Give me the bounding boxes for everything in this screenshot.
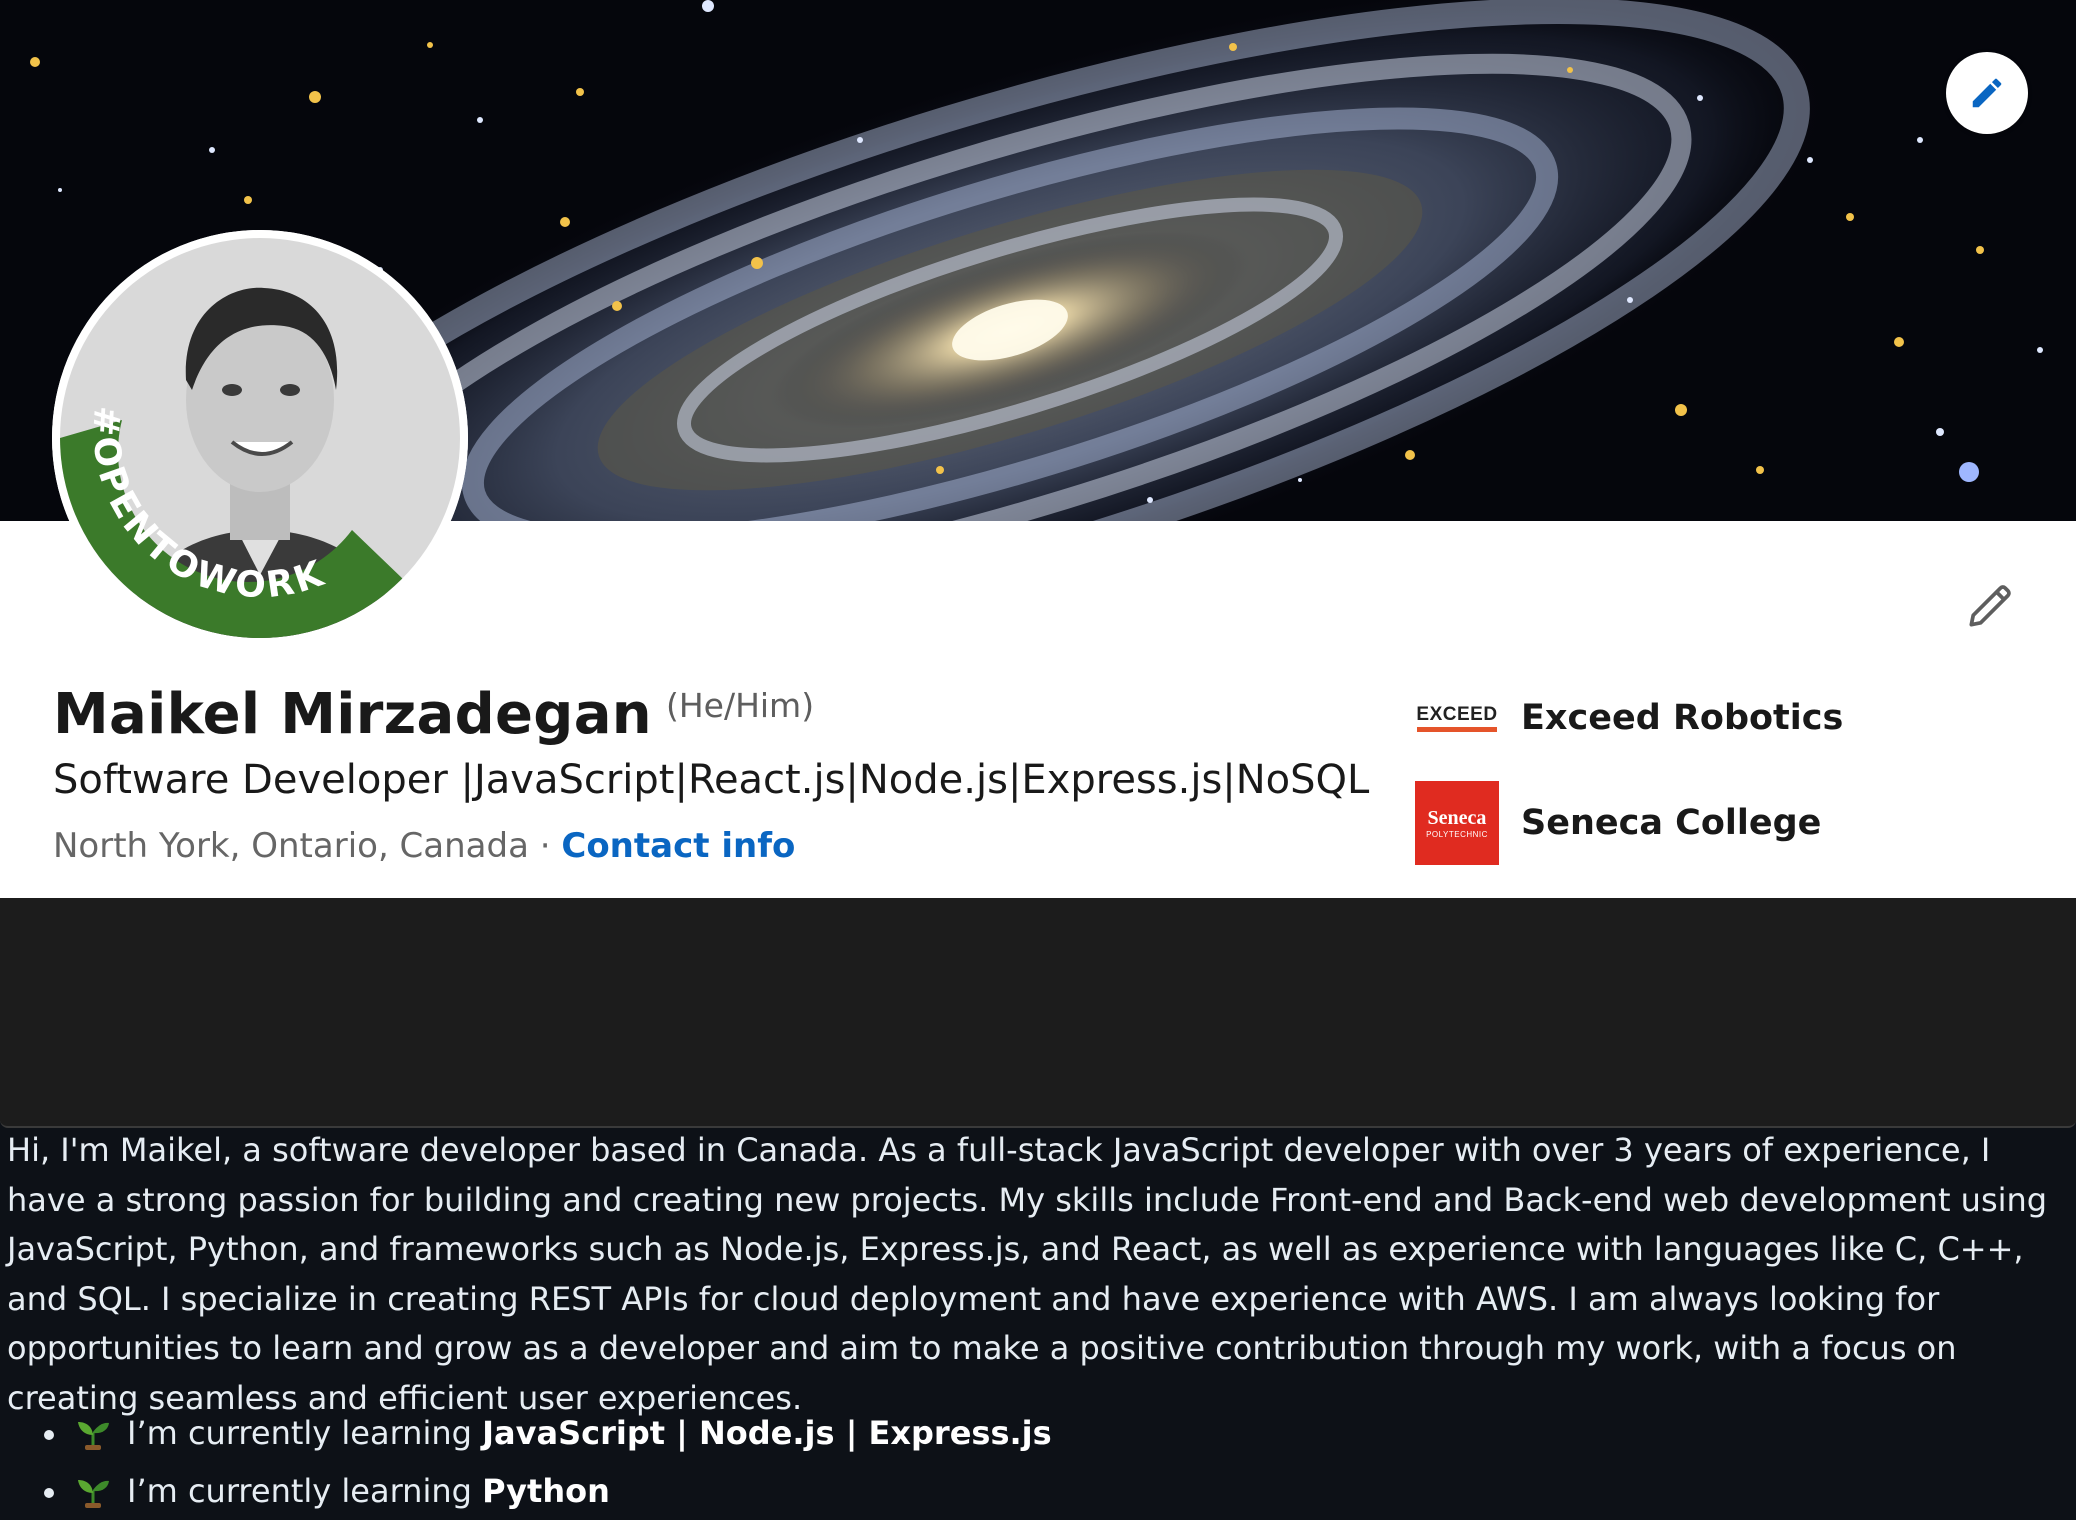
edit-banner-button[interactable] <box>1946 52 2028 134</box>
seneca-logo-subtext: POLYTECHNIC <box>1426 829 1488 839</box>
exceed-logo-text: EXCEED <box>1416 703 1498 725</box>
pencil-outline-icon <box>1969 585 2011 627</box>
learning-list: I’m currently learning JavaScript | Node… <box>0 1404 1052 1520</box>
location-separator: · <box>528 826 562 866</box>
pencil-icon <box>1972 78 2002 108</box>
org-name: Seneca College <box>1521 803 1822 843</box>
exceed-logo-bar <box>1417 726 1497 732</box>
seneca-college-logo: Seneca POLYTECHNIC <box>1415 781 1499 865</box>
profile-card: #OPENTOWORK Maikel Mirzadegan (He/Him) S… <box>0 0 2076 898</box>
seneca-logo-text: Seneca <box>1427 806 1487 829</box>
profile-photo[interactable]: #OPENTOWORK <box>52 230 468 646</box>
pronouns: (He/Him) <box>665 686 815 725</box>
bullet <box>44 1430 54 1440</box>
dark-divider-panel <box>0 898 2076 1128</box>
learning-topic: Python <box>482 1472 610 1510</box>
location-row: North York, Ontario, Canada · Contact in… <box>53 826 795 866</box>
org-seneca-college[interactable]: Seneca POLYTECHNIC Seneca College <box>1415 781 1821 865</box>
bullet <box>44 1488 54 1498</box>
edit-intro-button[interactable] <box>1954 570 2026 642</box>
exceed-robotics-logo: EXCEED <box>1415 697 1499 739</box>
learning-topic: JavaScript | Node.js | Express.js <box>482 1414 1052 1452</box>
name-row: Maikel Mirzadegan (He/Him) <box>53 682 814 747</box>
profile-name: Maikel Mirzadegan <box>53 682 652 747</box>
location: North York, Ontario, Canada <box>53 826 529 866</box>
sprout-icon <box>78 1422 109 1450</box>
org-name: Exceed Robotics <box>1521 698 1844 738</box>
org-exceed-robotics[interactable]: EXCEED Exceed Robotics <box>1415 697 1843 739</box>
about-paragraph: Hi, I'm Maikel, a software developer bas… <box>7 1131 2048 1417</box>
profile-photo-image: #OPENTOWORK <box>52 230 468 646</box>
profile-headline: Software Developer |JavaScript|React.js|… <box>53 757 1370 803</box>
list-item: I’m currently learning JavaScript | Node… <box>0 1404 1052 1462</box>
list-item: I’m currently learning Python <box>0 1462 1052 1520</box>
contact-info-link[interactable]: Contact info <box>561 826 795 866</box>
learning-prefix: I’m currently learning <box>127 1472 483 1510</box>
learning-prefix: I’m currently learning <box>127 1414 483 1452</box>
sprout-icon <box>78 1480 109 1508</box>
